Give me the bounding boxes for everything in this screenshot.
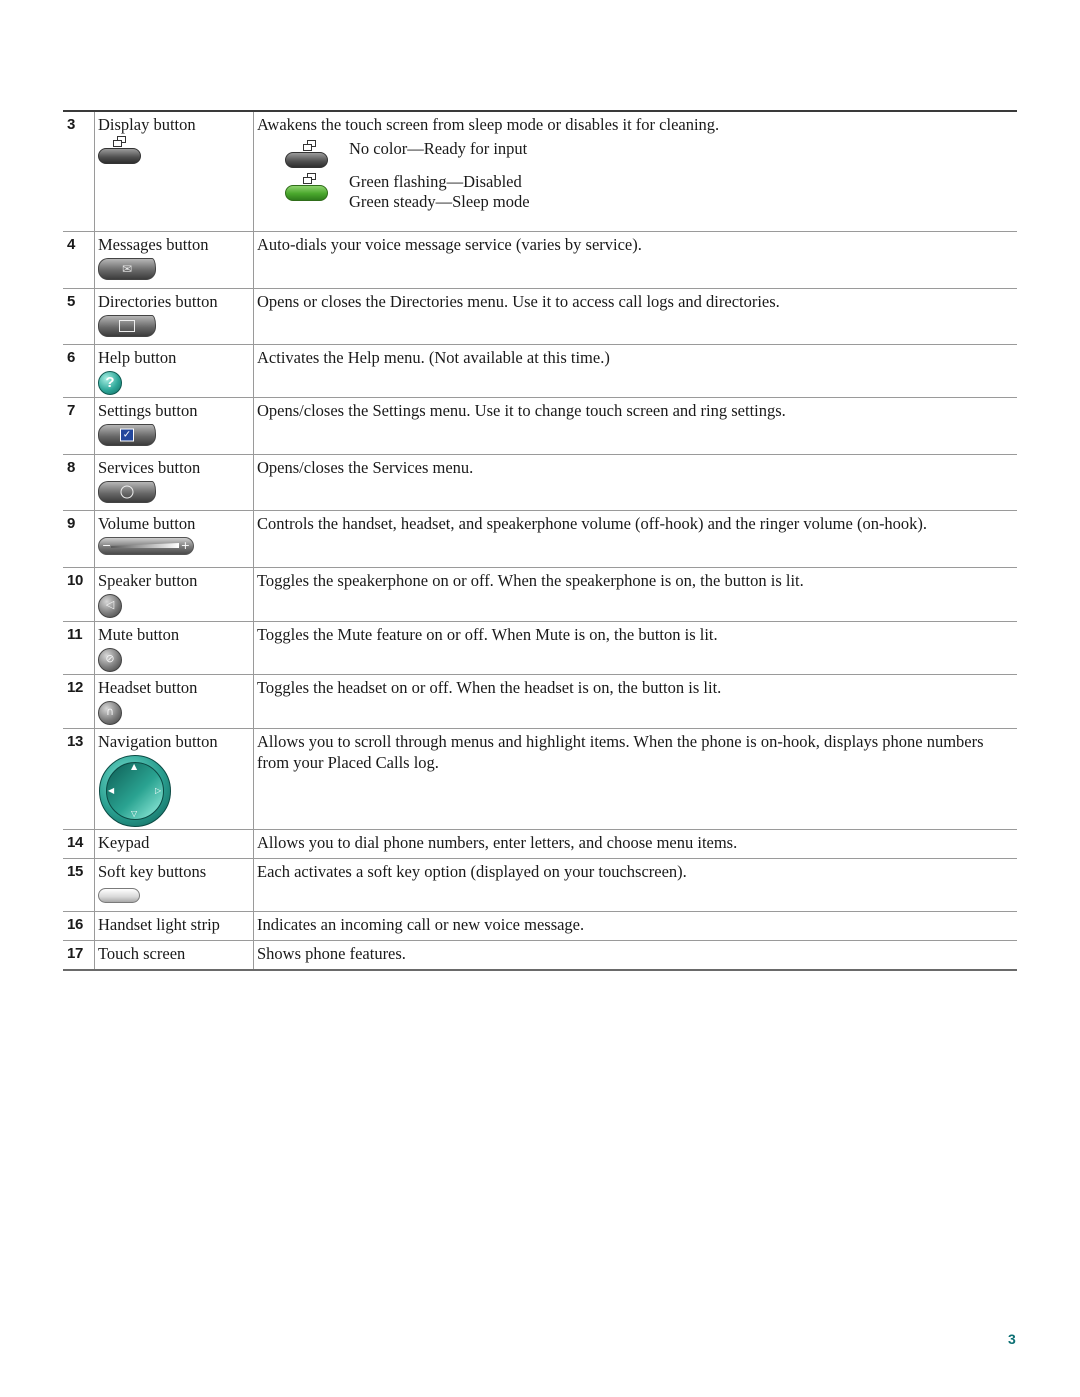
- row-number: 14: [63, 830, 95, 858]
- item-description: Controls the handset, headset, and speak…: [257, 514, 928, 533]
- navigation-pad-icon: ▲ ▽ ◀ ▷: [99, 755, 171, 827]
- question-mark-icon: ?: [98, 371, 122, 395]
- item-name: Messages button: [98, 235, 209, 254]
- table-row: 15 Soft key buttons Each activates a sof…: [63, 859, 1017, 912]
- item-description: Auto-dials your voice message service (v…: [257, 235, 642, 254]
- button-reference-table: 3 Display button Awakens the touch scree…: [63, 110, 1017, 971]
- item-name: Settings button: [98, 401, 198, 420]
- table-row: 12 Headset button ∩ Toggles the headset …: [63, 675, 1017, 729]
- item-name: Services button: [98, 458, 201, 477]
- item-name: Keypad: [98, 833, 150, 852]
- table-row: 13 Navigation button ▲ ▽ ◀ ▷ Allows you …: [63, 729, 1017, 830]
- row-number: 7: [63, 398, 95, 454]
- item-name: Soft key buttons: [98, 862, 207, 881]
- envelope-icon: ✉: [98, 258, 156, 280]
- table-row: 9 Volume button − + Controls the handset…: [63, 511, 1017, 568]
- table-row: 8 Services button Opens/closes the Servi…: [63, 455, 1017, 511]
- row-number: 15: [63, 859, 95, 911]
- table-row: 4 Messages button ✉ Auto-dials your voic…: [63, 232, 1017, 289]
- item-description: Activates the Help menu. (Not available …: [257, 348, 610, 367]
- row-number: 12: [63, 675, 95, 728]
- item-name: Volume button: [98, 514, 196, 533]
- row-number: 16: [63, 912, 95, 940]
- table-row: 16 Handset light strip Indicates an inco…: [63, 912, 1017, 941]
- table-row: 11 Mute button ⊘ Toggles the Mute featur…: [63, 622, 1017, 675]
- checkbox-icon: ✓: [98, 424, 156, 446]
- volume-rocker-icon: − +: [98, 537, 194, 555]
- mute-microphone-icon: ⊘: [98, 648, 122, 672]
- book-icon: [98, 315, 156, 337]
- soft-key-icon: [98, 888, 140, 903]
- item-description: Shows phone features.: [257, 944, 406, 963]
- arrow-right-icon: ▷: [155, 786, 162, 795]
- item-description: Toggles the speakerphone on or off. When…: [257, 571, 804, 590]
- display-glyph-icon: [112, 135, 126, 147]
- table-row: 14 Keypad Allows you to dial phone numbe…: [63, 830, 1017, 859]
- legend-label: Green steady—Sleep mode: [349, 191, 530, 211]
- table-row: 6 Help button ? Activates the Help menu.…: [63, 345, 1017, 398]
- item-name: Display button: [98, 115, 196, 134]
- arrow-down-icon: ▽: [131, 809, 138, 818]
- item-description: Opens/closes the Services menu.: [257, 458, 474, 477]
- item-description: Allows you to scroll through menus and h…: [257, 732, 984, 772]
- speaker-icon: ◁: [98, 594, 122, 618]
- item-description: Allows you to dial phone numbers, enter …: [257, 833, 738, 852]
- item-description: Awakens the touch screen from sleep mode…: [257, 115, 720, 134]
- item-name: Help button: [98, 348, 177, 367]
- row-number: 4: [63, 232, 95, 288]
- item-name: Directories button: [98, 292, 218, 311]
- legend-label: Green flashing—Disabled: [349, 171, 522, 191]
- item-name: Headset button: [98, 678, 198, 697]
- legend-item: Green flashing—Disabled: [257, 171, 1011, 201]
- row-number: 10: [63, 568, 95, 621]
- item-name: Mute button: [98, 625, 180, 644]
- legend-item: No color—Ready for input: [257, 139, 1011, 172]
- globe-icon: [98, 481, 156, 503]
- row-number: 8: [63, 455, 95, 510]
- item-description: Indicates an incoming call or new voice …: [257, 915, 585, 934]
- row-number: 3: [63, 112, 95, 231]
- item-name: Navigation button: [98, 732, 218, 751]
- headset-icon: ∩: [98, 701, 122, 725]
- display-button-green-icon: [285, 172, 337, 207]
- row-number: 5: [63, 289, 95, 344]
- page-number: 3: [1008, 1331, 1016, 1347]
- row-number: 11: [63, 622, 95, 674]
- arrow-up-icon: ▲: [131, 762, 138, 771]
- table-row: 3 Display button Awakens the touch scree…: [63, 112, 1017, 232]
- legend-label: No color—Ready for input: [349, 138, 528, 158]
- table-row: 17 Touch screen Shows phone features.: [63, 941, 1017, 969]
- table-row: 5 Directories button Opens or closes the…: [63, 289, 1017, 345]
- display-state-legend: No color—Ready for input Green flashing—…: [257, 139, 1011, 213]
- table-row: 10 Speaker button ◁ Toggles the speakerp…: [63, 568, 1017, 622]
- item-name: Touch screen: [98, 944, 186, 963]
- table-row: 7 Settings button ✓ Opens/closes the Set…: [63, 398, 1017, 455]
- arrow-left-icon: ◀: [108, 786, 115, 795]
- row-number: 17: [63, 941, 95, 969]
- item-description: Toggles the Mute feature on or off. When…: [257, 625, 718, 644]
- item-description: Opens/closes the Settings menu. Use it t…: [257, 401, 786, 420]
- item-description: Each activates a soft key option (displa…: [257, 862, 687, 881]
- display-button-gray-icon: [285, 139, 337, 174]
- item-name: Handset light strip: [98, 915, 220, 934]
- row-number: 13: [63, 729, 95, 829]
- item-description: Toggles the headset on or off. When the …: [257, 678, 722, 697]
- display-button-icon: [98, 135, 253, 169]
- row-number: 9: [63, 511, 95, 567]
- legend-item: Green steady—Sleep mode: [257, 192, 1011, 213]
- row-number: 6: [63, 345, 95, 397]
- item-description: Opens or closes the Directories menu. Us…: [257, 292, 780, 311]
- item-name: Speaker button: [98, 571, 198, 590]
